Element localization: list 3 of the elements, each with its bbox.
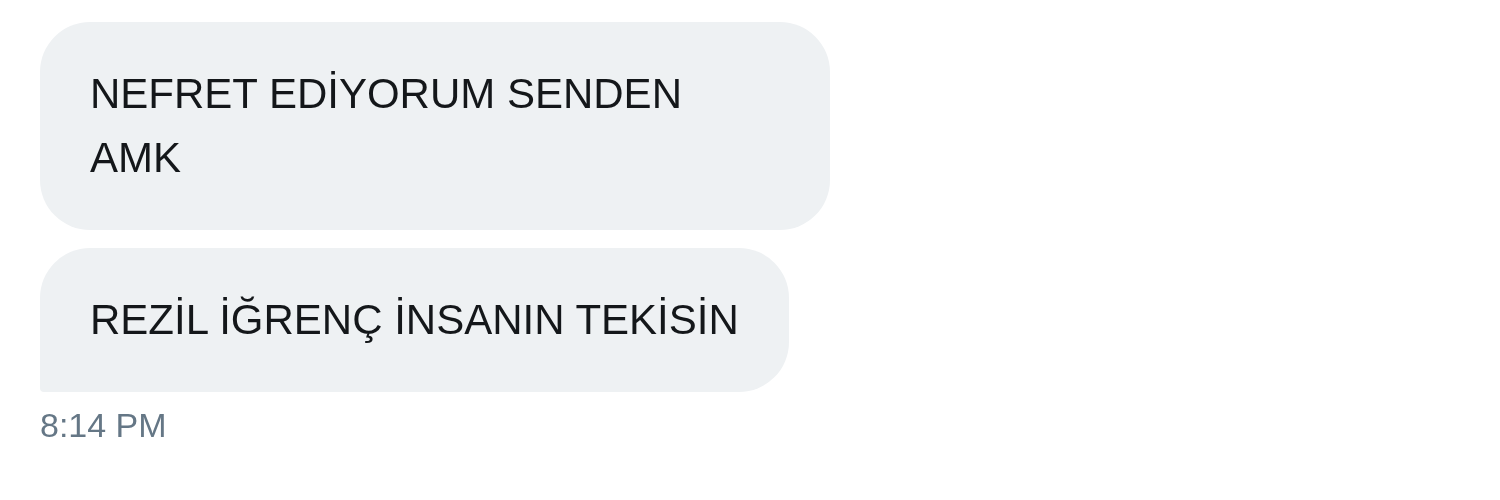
timestamp: 8:14 PM [40,406,167,445]
message-bubble: NEFRET EDİYORUM SENDEN AMK [40,22,830,230]
message-bubble: REZİL İĞRENÇ İNSANIN TEKİSİN [40,248,789,392]
